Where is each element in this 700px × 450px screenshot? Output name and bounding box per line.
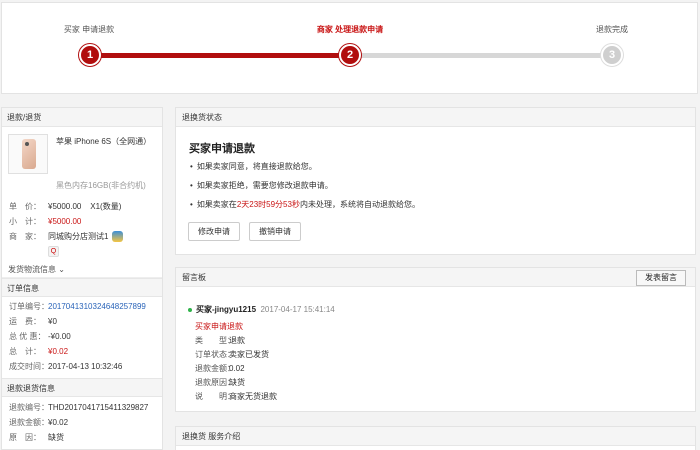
message-reason-row: 退款原因：缺货 [195,377,245,388]
price-row: 单 价： ¥5000.00 X1(数量) [2,199,162,214]
phone-image-icon [22,139,36,169]
shipping-row: 运 费： ¥0 [2,314,162,329]
message-amount-label: 退款金额： [195,364,235,373]
discount-row: 总 优 惠： -¥0.00 [2,329,162,344]
logistics-label: 发货物流信息 [8,265,56,274]
progress-track-done [90,53,350,58]
seller-name[interactable]: 同城购分店测试1 [48,232,108,241]
service-intro-header: 退换货 服务介绍 [176,427,695,446]
return-no-value: THD20170417154113298​27 [48,403,149,412]
total-row: 总 计： ¥0.02 [2,344,162,359]
order-section-header: 订单信息 [2,278,162,297]
order-no-label: 订单编号： [9,302,49,311]
return-reason-value: 缺货 [48,433,64,442]
chevron-down-icon: ⌄ [58,265,65,274]
return-amount-value: ¥0.02 [48,418,69,427]
message-board-panel: 留言板 发表留言 买家-jingyu1215 2017-04-17 15:41:… [175,267,696,412]
logistics-toggle[interactable]: 发货物流信息 ⌄ [2,262,162,278]
refund-status-panel: 退换货状态 买家申请退款 如果卖家同意，将直接退款给您。 如果卖家拒绝，需要您修… [175,107,696,255]
return-amount-label: 退款金额： [9,418,49,427]
return-amount-row: 退款金额： ¥0.02 [2,415,162,430]
subtotal-value: ¥5000.00 [48,217,82,226]
refund-progress: 买家 申请退款 商家 处理退款申请 退款完成 1 2 3 [1,2,698,94]
step-2-circle: 2 [339,44,361,66]
message-type-label: 类 型： [195,336,235,345]
message-amount-value: 0.02 [229,364,245,373]
message-author-line: 买家-jingyu1215 2017-04-17 15:41:14 [188,304,335,315]
subtotal-label: 小 计： [9,217,41,226]
return-no-row: 退款编号： THD20170417154113298​27 [2,400,162,415]
shipping-value: ¥0 [48,317,57,326]
message-note-value: 商家无货退款 [229,392,277,401]
shipping-label: 运 费： [9,317,41,326]
time-row: 成交时间： 2017-04-13 10:32:46 [2,359,162,374]
qq-contact: Q [48,244,59,259]
post-message-button[interactable]: 发表留言 [636,270,686,286]
message-author: 买家-jingyu1215 [196,305,257,314]
message-order-status-row: 订单状态：卖家已发货 [195,349,269,360]
step-3-label: 退款完成 [596,25,628,34]
return-no-label: 退款编号： [9,403,49,412]
progress-track-todo [350,53,612,58]
message-reason-value: 缺货 [229,378,245,387]
seller-label: 商 家： [9,232,41,241]
status-bullet-3: 如果卖家在2天23时59分53秒内未处理，系统将自动退款给您。 [190,199,420,210]
refund-section-header: 退款/退货 [2,108,162,127]
message-reason-label: 退款原因： [195,378,235,387]
time-value: 2017-04-13 10:32:46 [48,362,123,371]
status-bullet-1: 如果卖家同意，将直接退款给您。 [190,161,317,172]
price-label: 单 价： [9,202,41,211]
cancel-request-button[interactable]: 撤销申请 [249,222,301,241]
order-no-value[interactable]: 20170413103246482578​99 [48,299,146,314]
message-board-title: 留言板 [182,273,206,282]
return-reason-row: 原 因： 缺货 [2,430,162,445]
return-reason-label: 原 因： [9,433,41,442]
qq-icon[interactable]: Q [48,246,59,258]
time-label: 成交时间： [9,362,49,371]
discount-value: -¥0.00 [48,332,71,341]
status-panel-header: 退换货状态 [176,108,695,127]
return-section-header: 退款退货信息 [2,378,162,397]
quantity-value: X1(数量) [90,202,122,211]
message-type-value: 退款 [229,336,245,345]
message-board-header: 留言板 发表留言 [176,268,695,287]
seller-value: 同城购分店测试1 [48,229,124,244]
message-amount-row: 退款金额：0.02 [195,363,245,374]
step-3-circle: 3 [601,44,623,66]
total-label: 总 计： [9,347,41,356]
price-value: ¥5000.00 X1(数量) [48,202,122,211]
message-order-status-value: 卖家已发货 [229,350,269,359]
total-value: ¥0.02 [48,347,69,356]
countdown-timer: 2天23时59分53秒 [236,200,300,209]
subtotal-row: 小 计： ¥5000.00 [2,214,162,229]
step-1-circle: 1 [79,44,101,66]
status-title: 买家申请退款 [189,143,255,155]
message-type-row: 类 型：退款 [195,335,245,346]
product-name[interactable]: 苹果 iPhone 6S（全网通） [56,136,151,147]
message-note-label: 说 明： [195,392,235,401]
order-sidebar: 退款/退货 苹果 iPhone 6S（全网通） 黑色内存16GB(非合约机) 单… [1,107,163,450]
order-no-row: 订单编号： 20170413103246482578​99 [2,299,162,314]
status-bullet-2: 如果卖家拒绝，需要您修改退款申请。 [190,180,333,191]
modify-request-button[interactable]: 修改申请 [188,222,240,241]
product-spec: 黑色内存16GB(非合约机) [56,181,146,190]
message-time: 2017-04-17 15:41:14 [260,305,335,314]
seller-row: 商 家： 同城购分店测试1 [2,229,162,244]
product-thumbnail[interactable] [8,134,48,174]
discount-label: 总 优 惠： [9,332,46,341]
online-status-icon [188,307,192,312]
step-2-label: 商家 处理退款申请 [316,25,384,34]
message-event: 买家申请退款 [195,322,243,331]
wangwang-icon[interactable] [112,231,124,243]
message-order-status-label: 订单状态： [195,350,235,359]
service-intro-panel: 退换货 服务介绍 [175,426,696,450]
step-1-label: 买家 申请退款 [63,25,115,34]
message-note-row: 说 明：商家无货退款 [195,391,277,402]
product-card: 苹果 iPhone 6S（全网通） 黑色内存16GB(非合约机) [2,127,162,190]
qq-row: Q [2,244,162,262]
